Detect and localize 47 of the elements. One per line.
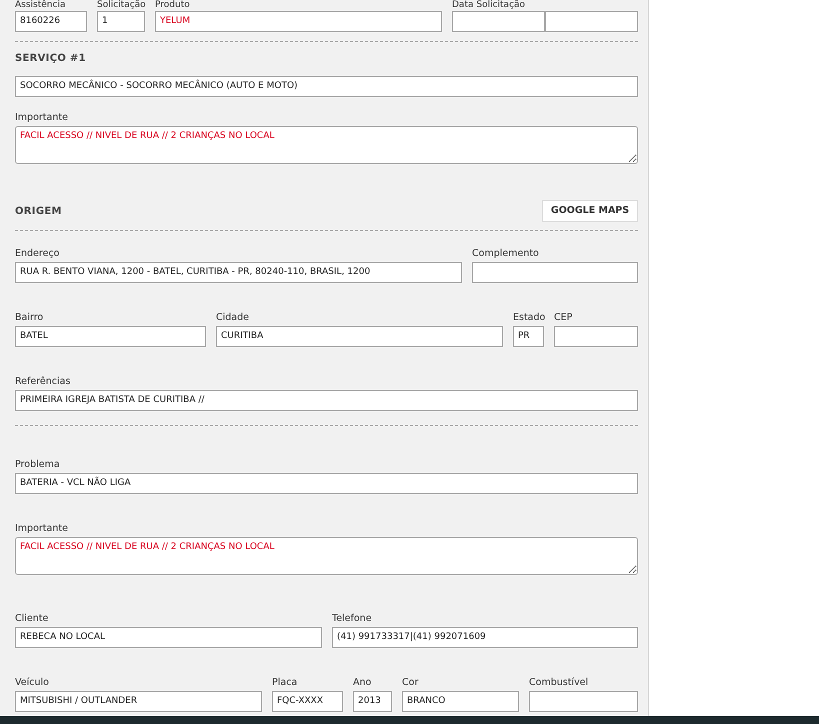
input-field[interactable]: PRIMEIRA IGREJA BATISTA DE CURITIBA // [15, 390, 638, 411]
field-label: Produto [155, 0, 191, 11]
input-field[interactable]: 8160226 [15, 11, 87, 32]
input-field[interactable] [529, 691, 638, 712]
input-field[interactable] [554, 326, 638, 347]
input-field[interactable] [452, 11, 545, 32]
input-field[interactable]: PR [513, 326, 544, 347]
field-label: Veículo [15, 676, 50, 689]
input-field[interactable]: YELUM [155, 11, 442, 32]
field-label: Bairro [15, 311, 44, 324]
field-label: Combustível [529, 676, 590, 689]
input-field[interactable]: (41) 991733317|(41) 992071609 [332, 627, 638, 648]
field-label: Cor [402, 676, 420, 689]
input-field[interactable] [472, 262, 638, 283]
field-label: Data Solicitação [452, 0, 526, 11]
field-label: Placa [272, 676, 298, 689]
text-area[interactable]: FACIL ACESSO // NIVEL DE RUA // 2 CRIANÇAS NO LOCAL [15, 126, 638, 164]
input-field[interactable]: SOCORRO MECÂNICO - SOCORRO MECÂNICO (AUTO E MOTO) [15, 76, 638, 97]
input-field[interactable]: BATERIA - VCL NÃO LIGA [15, 473, 638, 494]
field-label: Complemento [472, 247, 540, 260]
section-heading: ORIGEM [15, 204, 62, 218]
input-field[interactable]: REBECA NO LOCAL [15, 627, 322, 648]
google-maps-button[interactable]: GOOGLE MAPS [542, 200, 638, 222]
field-label: Telefone [332, 612, 373, 625]
field-label: Cliente [15, 612, 50, 625]
field-label: Problema [15, 458, 61, 471]
section-heading: SERVIÇO #1 [15, 52, 86, 66]
input-field[interactable]: FQC-XXXX [272, 691, 343, 712]
input-field[interactable]: 1 [97, 11, 145, 32]
text-area[interactable]: FACIL ACESSO // NIVEL DE RUA // 2 CRIANÇAS NO LOCAL [15, 537, 638, 575]
field-label: Ano [353, 676, 372, 689]
input-field[interactable]: BRANCO [402, 691, 519, 712]
input-field[interactable]: MITSUBISHI / OUTLANDER [15, 691, 262, 712]
input-field[interactable]: 2013 [353, 691, 392, 712]
input-field[interactable]: CURITIBA [216, 326, 503, 347]
field-label: Assistência [15, 0, 66, 11]
field-label: Cidade [216, 311, 250, 324]
field-label: CEP [554, 311, 574, 324]
field-label: Importante [15, 111, 69, 124]
field-label: Endereço [15, 247, 60, 260]
field-label: Solicitação [97, 0, 145, 11]
input-field[interactable]: RUA R. BENTO VIANA, 1200 - BATEL, CURITIBA - PR, 80240-110, BRASIL, 1200 [15, 262, 462, 283]
input-field[interactable]: BATEL [15, 326, 206, 347]
field-label: Referências [15, 375, 72, 388]
field-label: Importante [15, 522, 69, 535]
input-field[interactable] [545, 11, 638, 32]
field-label: Estado [513, 311, 544, 324]
